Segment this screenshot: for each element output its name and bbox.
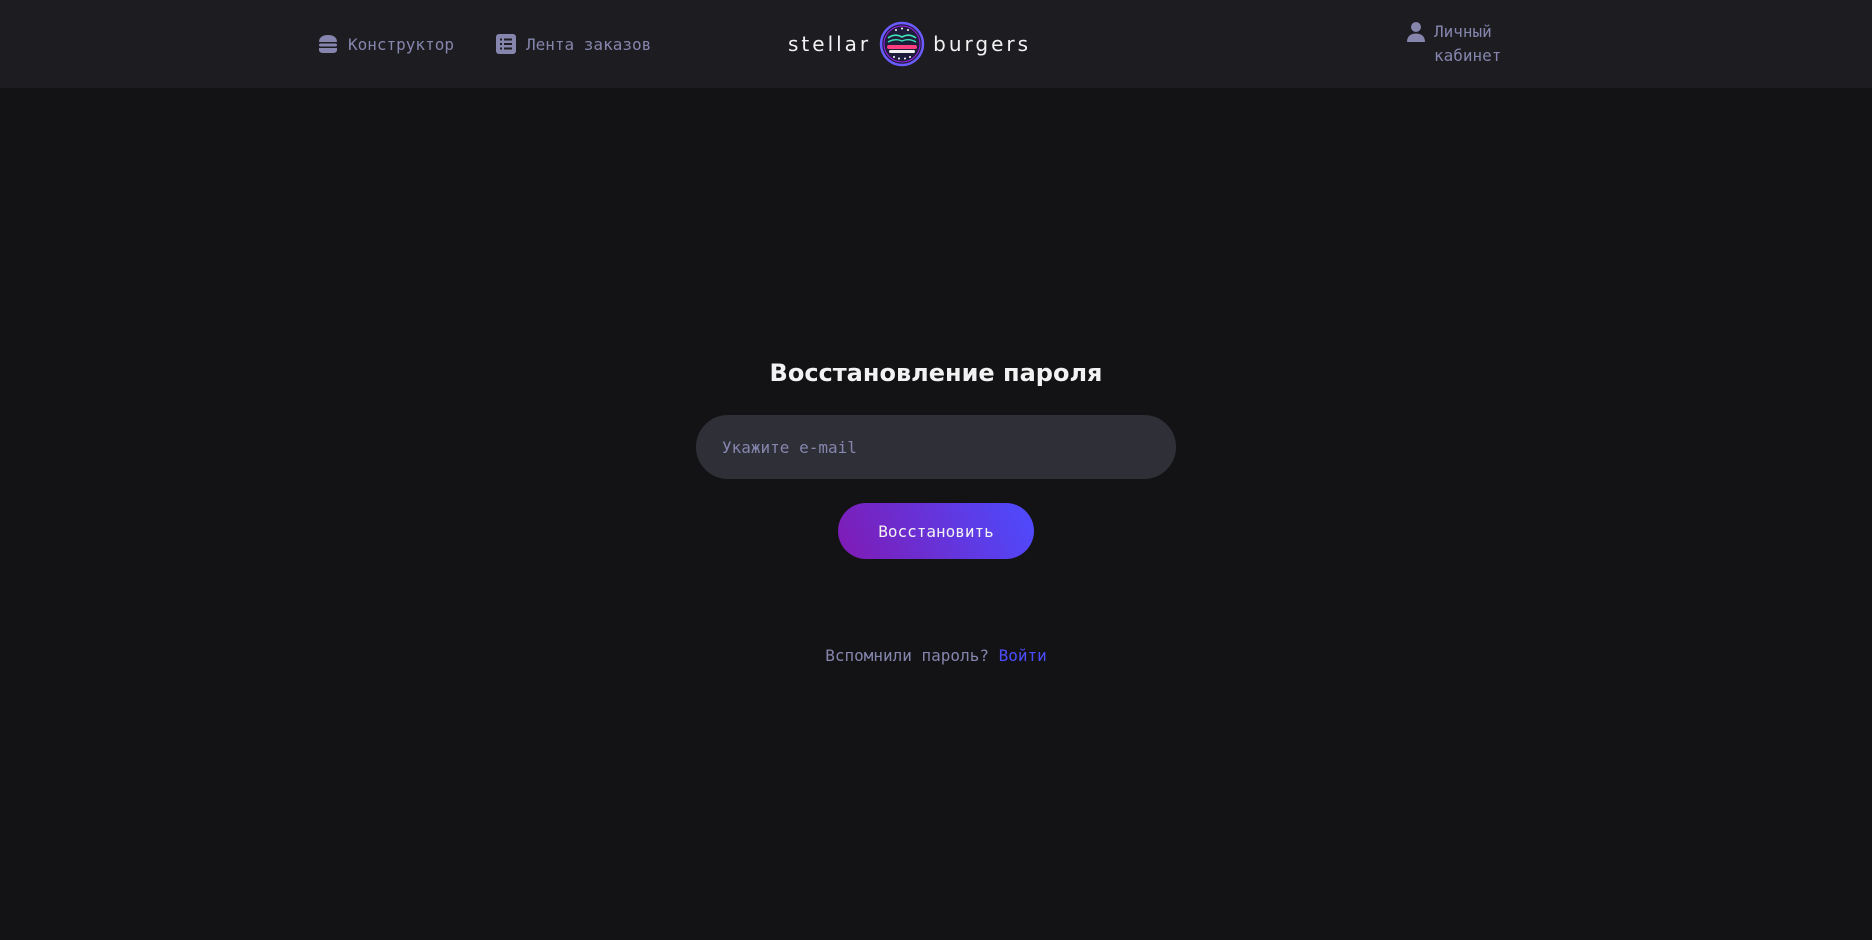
nav-constructor-label: Конструктор: [348, 34, 454, 54]
remember-password-row: Вспомнили пароль? Войти: [0, 644, 1872, 668]
stellar-burgers-logo[interactable]: stellar burgers: [788, 20, 1082, 68]
profile-icon: [1404, 20, 1428, 44]
list-icon: [494, 32, 518, 56]
burger-icon: [316, 32, 340, 56]
restore-password-button[interactable]: Восстановить: [838, 503, 1034, 559]
app-header: Конструктор Лента заказов stellar burger…: [0, 0, 1872, 88]
nav-feed-label: Лента заказов: [526, 34, 652, 54]
remember-password-text: Вспомнили пароль?: [825, 646, 989, 665]
logo-left-text: stellar: [788, 32, 872, 56]
forgot-password-page: Восстановление пароля Восстановить Вспом…: [0, 88, 1872, 940]
logo-right-text: burgers: [933, 32, 1032, 56]
nav-profile-link[interactable]: Личный кабинет: [1404, 20, 1514, 68]
nav-feed-link[interactable]: Лента заказов: [494, 30, 651, 58]
page-title: Восстановление пароля: [769, 359, 1103, 387]
email-field[interactable]: [696, 415, 1176, 479]
nav-constructor-link[interactable]: Конструктор: [316, 30, 454, 58]
burger-logo-emblem-icon: [879, 21, 925, 67]
nav-profile-label: Личный кабинет: [1434, 22, 1502, 65]
login-link[interactable]: Войти: [999, 646, 1047, 665]
